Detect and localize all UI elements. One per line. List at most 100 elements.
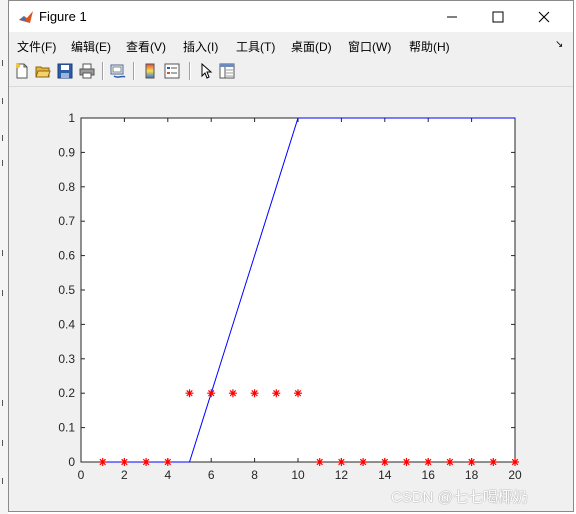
x-tick-label: 20 bbox=[508, 468, 522, 482]
y-tick-label: 0.3 bbox=[58, 352, 75, 366]
y-tick-label: 1 bbox=[68, 111, 75, 125]
new-figure-button[interactable] bbox=[12, 61, 32, 81]
data-point-marker bbox=[272, 389, 281, 398]
toolbar bbox=[9, 58, 573, 87]
data-point-marker bbox=[511, 458, 519, 466]
menu-help[interactable]: 帮助(H) bbox=[409, 38, 450, 55]
star-marker bbox=[272, 389, 281, 398]
data-point-marker bbox=[163, 458, 172, 466]
star-marker bbox=[445, 458, 454, 466]
x-tick-label: 4 bbox=[164, 468, 171, 482]
data-point-marker bbox=[294, 389, 302, 398]
star-marker bbox=[337, 458, 346, 466]
maximize-button[interactable] bbox=[475, 1, 521, 32]
figure-window: Figure 1 文件(F) 编辑(E) 查看(V) 插入(I) 工具(T) 桌… bbox=[8, 0, 574, 512]
data-point-marker bbox=[185, 389, 194, 398]
chart-svg: 0 2 4 6 8 10 12 14 16 18 20 0 0.1 0.2 0.3 0.4 0.5 0.6 0.7 0… bbox=[58, 111, 522, 482]
window-title: Figure 1 bbox=[39, 9, 87, 24]
toolbar-separator bbox=[189, 62, 191, 80]
save-icon bbox=[57, 63, 73, 79]
data-point-marker bbox=[315, 458, 324, 466]
open-file-button[interactable] bbox=[33, 61, 53, 81]
open-file-icon bbox=[35, 66, 51, 78]
menu-file[interactable]: 文件(F) bbox=[17, 38, 56, 55]
legend-button[interactable] bbox=[162, 61, 182, 81]
print-button[interactable] bbox=[77, 61, 97, 81]
matlab-logo-icon bbox=[18, 9, 34, 25]
axes-box bbox=[80, 117, 516, 463]
menu-desktop[interactable]: 桌面(D) bbox=[291, 38, 332, 55]
minimize-icon bbox=[447, 16, 457, 17]
y-tick-label: 0.8 bbox=[58, 180, 75, 194]
data-point-marker bbox=[120, 458, 129, 466]
x-tick-label: 2 bbox=[121, 468, 128, 482]
data-point-marker bbox=[337, 458, 346, 466]
colorbar-button[interactable] bbox=[140, 61, 160, 81]
title-bar[interactable]: Figure 1 bbox=[9, 1, 573, 32]
x-tick-label: 16 bbox=[422, 468, 436, 482]
close-button[interactable] bbox=[521, 1, 567, 32]
x-tick-label: 18 bbox=[465, 468, 479, 482]
star-marker bbox=[120, 458, 129, 466]
x-tick-label: 6 bbox=[208, 468, 215, 482]
pointer-button[interactable] bbox=[196, 61, 216, 81]
star-marker bbox=[163, 458, 172, 466]
data-point-marker bbox=[467, 458, 476, 466]
star-marker bbox=[489, 458, 498, 466]
watermark-text: CSDN @七七喝椰奶 bbox=[391, 489, 528, 506]
star-marker bbox=[294, 389, 302, 398]
property-editor-button[interactable] bbox=[217, 61, 237, 81]
star-marker bbox=[402, 458, 411, 466]
star-marker bbox=[207, 389, 216, 398]
minimize-button[interactable] bbox=[429, 1, 475, 32]
y-tick-label: 0.9 bbox=[58, 145, 75, 159]
data-point-marker bbox=[424, 458, 433, 466]
menu-edit[interactable]: 编辑(E) bbox=[71, 38, 111, 55]
y-tick-label: 0.5 bbox=[58, 283, 75, 297]
property-editor-icon bbox=[219, 63, 235, 79]
star-marker bbox=[511, 458, 519, 466]
data-point-marker bbox=[402, 458, 411, 466]
star-marker bbox=[380, 458, 389, 466]
data-point-marker bbox=[250, 389, 259, 398]
star-marker bbox=[315, 458, 324, 466]
y-tick-label: 0.1 bbox=[58, 421, 75, 435]
save-button[interactable] bbox=[55, 61, 75, 81]
figure-canvas: 0 2 4 6 8 10 12 14 16 18 20 0 0.1 0.2 0.3 0.4 0.5 0.6 0.7 0… bbox=[9, 87, 573, 511]
y-tick-label: 0.7 bbox=[58, 214, 75, 228]
legend-icon bbox=[164, 63, 180, 79]
link-plot-button[interactable] bbox=[108, 61, 128, 81]
close-icon bbox=[538, 11, 550, 22]
star-marker bbox=[467, 458, 476, 466]
menu-view[interactable]: 查看(V) bbox=[126, 38, 166, 55]
background-editor-strip bbox=[0, 0, 8, 514]
x-tick-label: 10 bbox=[291, 468, 305, 482]
y-tick-label: 0 bbox=[68, 455, 75, 469]
menu-overflow-arrow-icon[interactable]: ↘ bbox=[555, 39, 563, 50]
toolbar-separator bbox=[102, 62, 104, 80]
colorbar-icon bbox=[145, 63, 155, 79]
menu-tools[interactable]: 工具(T) bbox=[236, 38, 275, 55]
toolbar-separator bbox=[133, 62, 135, 80]
menu-window[interactable]: 窗口(W) bbox=[348, 38, 391, 55]
data-point-marker bbox=[489, 458, 498, 466]
star-marker bbox=[359, 458, 368, 466]
y-tick-label: 0.4 bbox=[58, 317, 75, 331]
new-figure-icon bbox=[15, 63, 28, 79]
data-point-marker bbox=[359, 458, 368, 466]
data-point-marker bbox=[207, 389, 216, 398]
menu-insert[interactable]: 插入(I) bbox=[183, 38, 218, 55]
x-tick-label: 8 bbox=[251, 468, 258, 482]
data-point-marker bbox=[380, 458, 389, 466]
star-marker bbox=[185, 389, 194, 398]
menu-bar: 文件(F) 编辑(E) 查看(V) 插入(I) 工具(T) 桌面(D) 窗口(W… bbox=[9, 32, 573, 58]
y-tick-label: 0.2 bbox=[58, 386, 75, 400]
x-tick-label: 14 bbox=[378, 468, 392, 482]
star-marker bbox=[424, 458, 433, 466]
maximize-icon bbox=[492, 11, 504, 22]
y-tick-label: 0.6 bbox=[58, 249, 75, 263]
x-tick-label: 0 bbox=[78, 468, 85, 482]
pointer-icon bbox=[201, 63, 213, 79]
link-plot-icon bbox=[110, 64, 126, 78]
x-tick-label: 12 bbox=[335, 468, 349, 482]
